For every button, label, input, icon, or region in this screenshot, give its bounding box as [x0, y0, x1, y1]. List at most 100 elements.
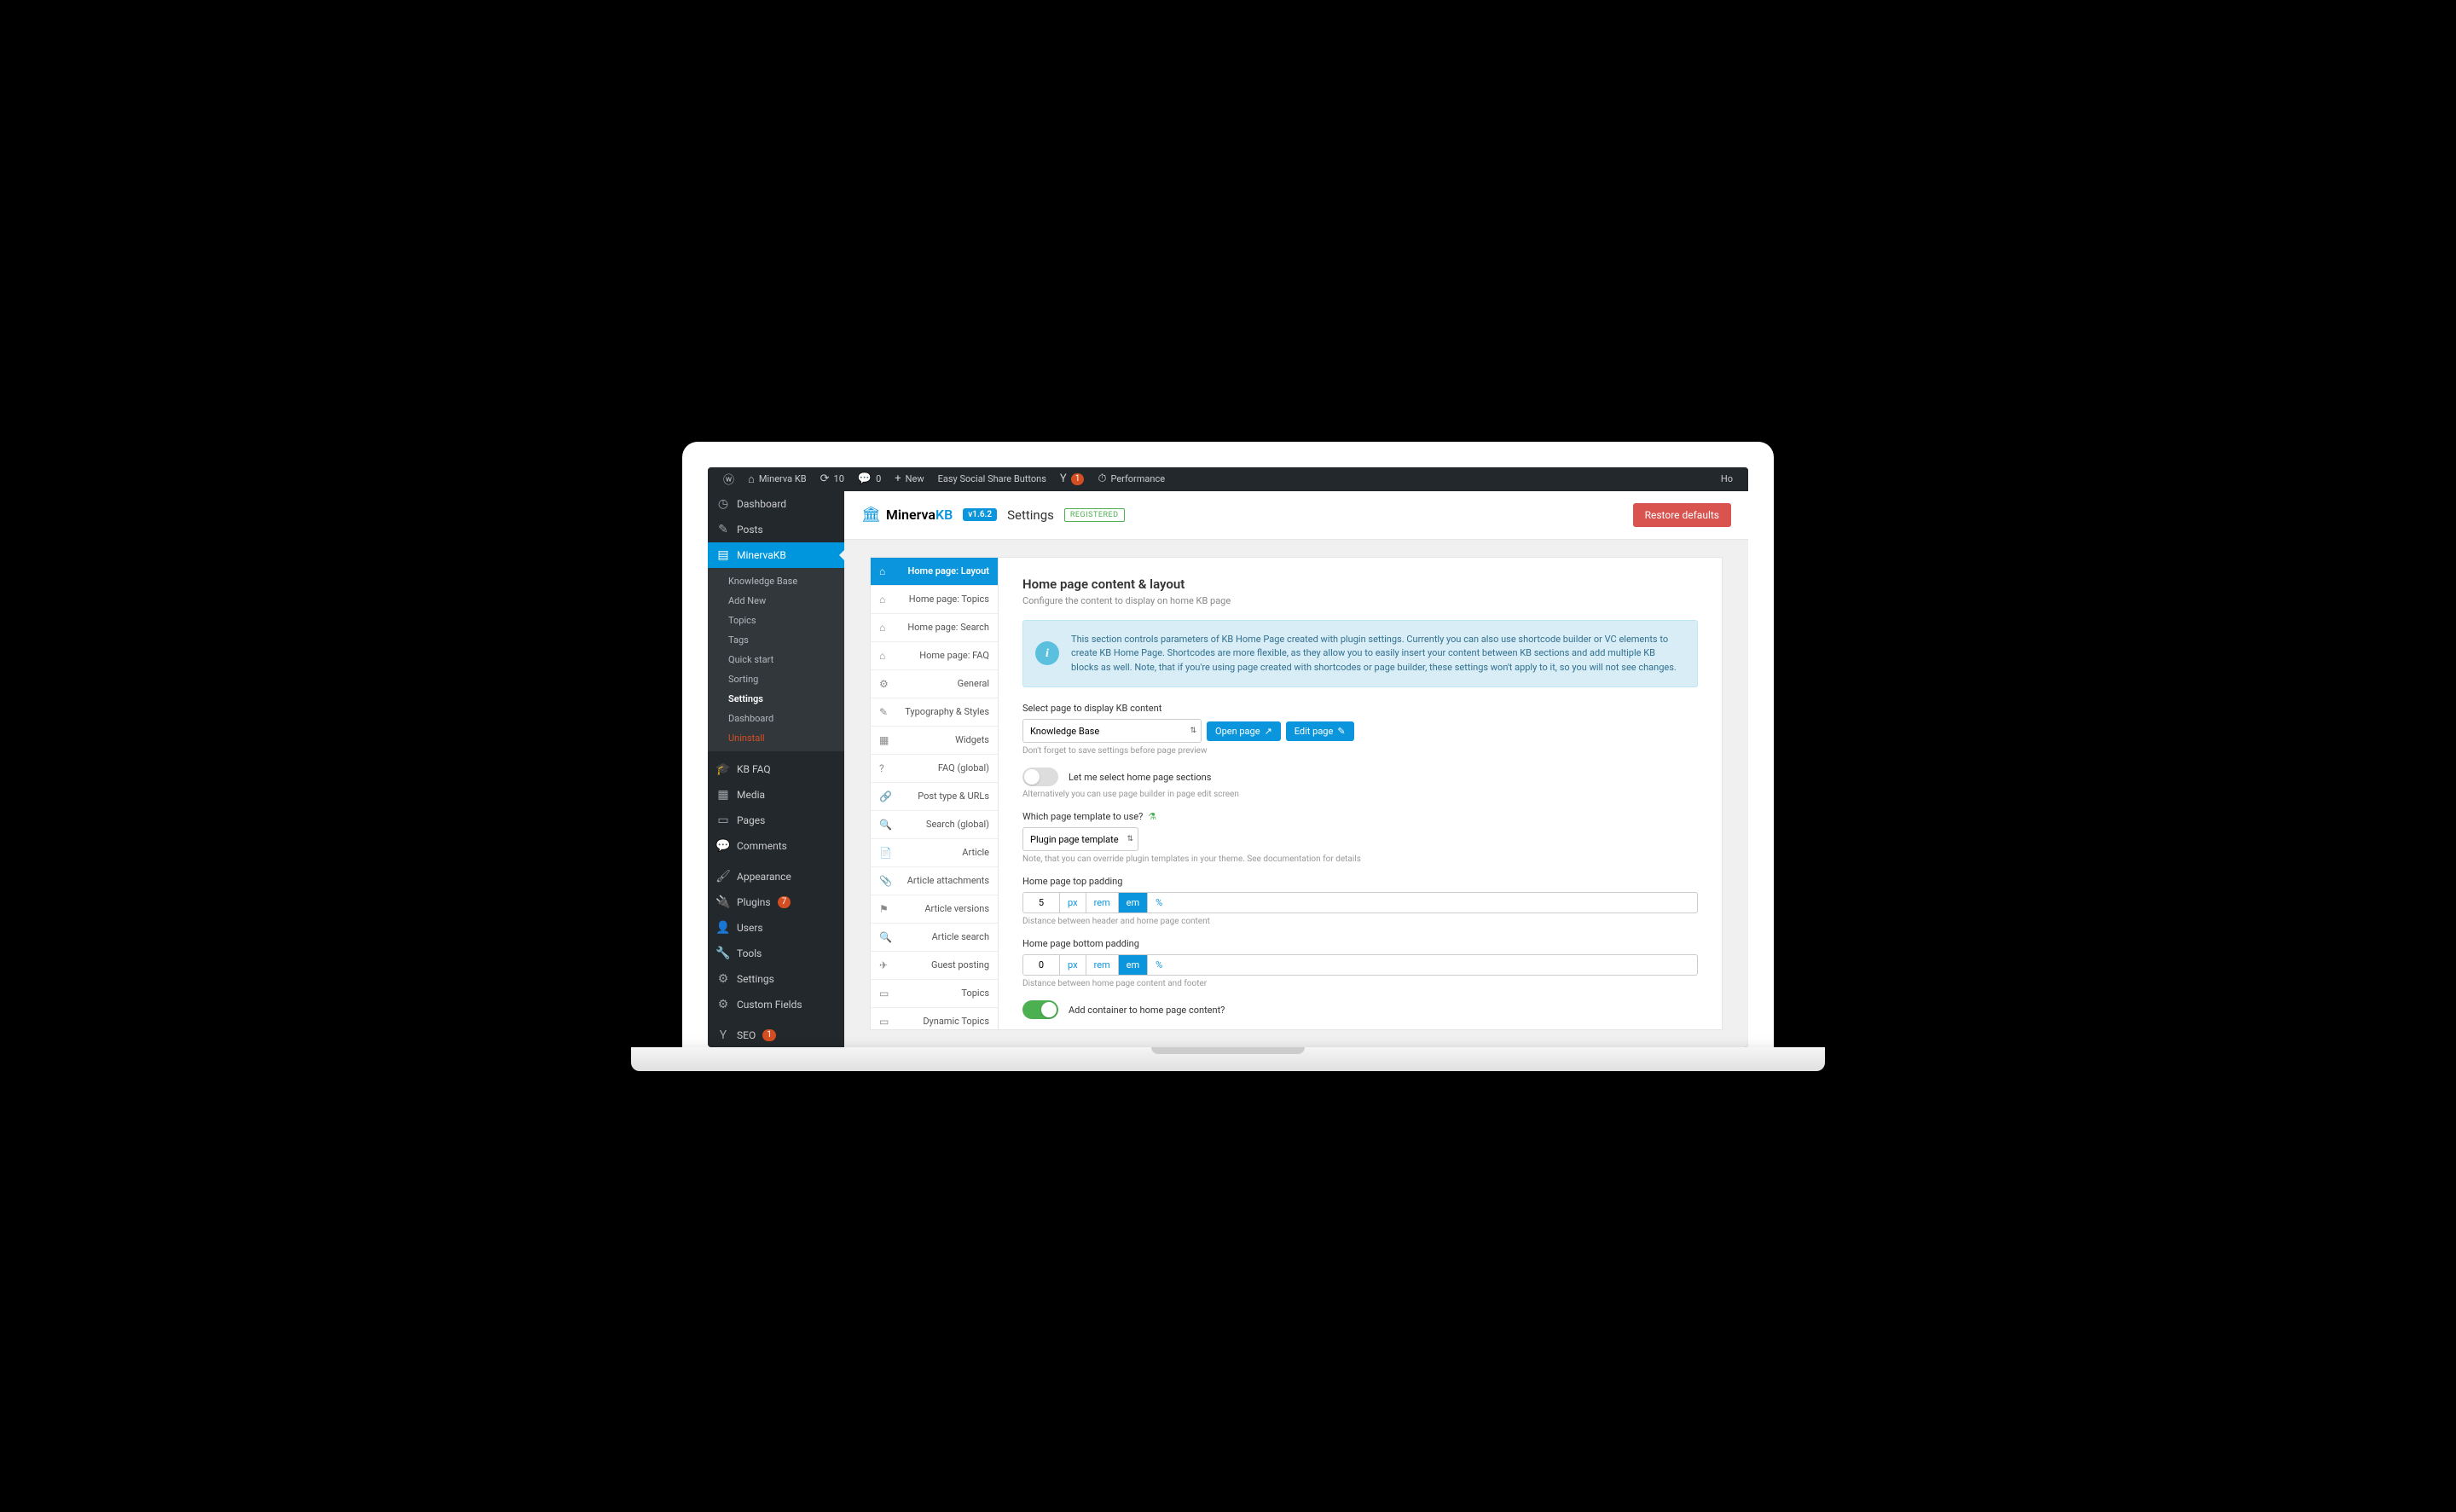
menu-item-settings[interactable]: ⚙ Settings: [708, 966, 844, 992]
submenu-uninstall[interactable]: Uninstall: [708, 728, 844, 748]
tab-post-type-urls[interactable]: 🔗Post type & URLs: [871, 783, 998, 811]
ab-new[interactable]: +New: [888, 472, 930, 485]
menu-item-appearance[interactable]: 🖌Appearance: [708, 864, 844, 889]
ab-howdy[interactable]: Ho: [1714, 473, 1740, 484]
menu-icon: ▤: [716, 548, 730, 562]
top-padding-input[interactable]: [1023, 893, 1059, 912]
menu-item-tools[interactable]: 🔧Tools: [708, 941, 844, 966]
menu-icon: 🔧: [716, 947, 730, 960]
menu-icon: ◷: [716, 497, 730, 511]
tab-article-search[interactable]: 🔍Article search: [871, 924, 998, 952]
ab-comments[interactable]: 💬0: [851, 472, 888, 485]
unit-%[interactable]: %: [1147, 955, 1170, 975]
menu-item-seo[interactable]: YSEO1: [708, 1022, 844, 1047]
tab-search-(global)[interactable]: 🔍 Search (global): [871, 811, 998, 839]
menu-label: Settings: [737, 973, 774, 985]
unit-em[interactable]: em: [1118, 955, 1147, 975]
tab-label: Home page: Layout: [908, 565, 989, 576]
unit-px[interactable]: px: [1059, 893, 1086, 912]
tab-topics[interactable]: ▭Topics: [871, 980, 998, 1008]
menu-label: Dashboard: [737, 498, 786, 510]
tab-home-page-layout[interactable]: ⌂Home page: Layout: [871, 558, 998, 586]
external-link-icon: ↗: [1265, 726, 1272, 737]
submenu-quick-start[interactable]: Quick start: [708, 650, 844, 669]
menu-item-comments[interactable]: 💬Comments: [708, 833, 844, 859]
tab-label: Search (global): [926, 819, 989, 830]
menu-item-users[interactable]: 👤Users: [708, 915, 844, 941]
tab-home-page-faq[interactable]: ⌂ Home page: FAQ: [871, 642, 998, 670]
section-desc: Configure the content to display on home…: [1022, 595, 1698, 606]
submenu-topics[interactable]: Topics: [708, 611, 844, 630]
menu-item-pages[interactable]: ▭Pages: [708, 808, 844, 833]
menu-icon: ⚙: [716, 972, 730, 986]
menu-label: Appearance: [737, 871, 791, 883]
menu-label: KB FAQ: [737, 763, 771, 775]
unit-rem[interactable]: rem: [1086, 893, 1118, 912]
tab-typography-styles[interactable]: ✎Typography & Styles: [871, 698, 998, 727]
tab-label: Home page: FAQ: [919, 650, 989, 661]
ab-updates[interactable]: ⟳10: [814, 472, 851, 485]
menu-item-posts[interactable]: ✎Posts: [708, 517, 844, 542]
restore-defaults-button[interactable]: Restore defaults: [1633, 503, 1731, 527]
page-header: 🏛 MinervaKB v1.6.2 Settings REGISTERED R…: [844, 491, 1748, 540]
submenu-sorting[interactable]: Sorting: [708, 669, 844, 689]
submenu-knowledge-base[interactable]: Knowledge Base: [708, 571, 844, 591]
tab-widgets[interactable]: ▦Widgets: [871, 727, 998, 755]
submenu-dashboard[interactable]: Dashboard: [708, 709, 844, 728]
tab-icon: ⌂: [879, 594, 885, 605]
tab-label: Article: [962, 847, 989, 858]
tab-article-versions[interactable]: ⚑Article versions: [871, 895, 998, 924]
tab-article-attachments[interactable]: 📎Article attachments: [871, 867, 998, 895]
tab-home-page-search[interactable]: ⌂Home page: Search: [871, 614, 998, 642]
tab-article[interactable]: 📄 Article: [871, 839, 998, 867]
ab-performance[interactable]: ⏱Performance: [1091, 472, 1172, 485]
settings-tabs: ⌂Home page: Layout⌂Home page: Topics⌂Hom…: [870, 557, 998, 1030]
select-page-help: Don't forget to save settings before pag…: [1022, 746, 1698, 756]
menu-label: MinervaKB: [737, 549, 786, 561]
submenu-tags[interactable]: Tags: [708, 630, 844, 650]
brand-kb: KB: [935, 507, 953, 523]
menu-item-minervakb[interactable]: ▤ MinervaKB: [708, 542, 844, 568]
menu-item-kb-faq[interactable]: 🎓KB FAQ: [708, 756, 844, 782]
tab-icon: 🔍: [879, 819, 892, 831]
ab-yoast[interactable]: Y1: [1053, 472, 1091, 485]
wp-adminbar: ⓦ ⌂Minerva KB ⟳10 💬0 +New Easy Social Sh…: [708, 467, 1748, 491]
wp-logo[interactable]: ⓦ: [716, 471, 741, 487]
menu-item-dashboard[interactable]: ◷ Dashboard: [708, 491, 844, 517]
tab-guest-posting[interactable]: ✈Guest posting: [871, 952, 998, 980]
menu-item-plugins[interactable]: 🔌Plugins7: [708, 889, 844, 915]
tab-general[interactable]: ⚙General: [871, 670, 998, 698]
unit-rem[interactable]: rem: [1086, 955, 1118, 975]
ab-site[interactable]: ⌂Minerva KB: [741, 472, 814, 486]
submenu-add-new[interactable]: Add New: [708, 591, 844, 611]
tab-icon: 📄: [879, 847, 892, 859]
bottom-padding-input[interactable]: [1023, 955, 1059, 975]
version-badge: v1.6.2: [963, 508, 997, 521]
unit-em[interactable]: em: [1118, 893, 1147, 912]
submenu-settings[interactable]: Settings: [708, 689, 844, 709]
brand-logo: 🏛 MinervaKB: [861, 506, 953, 524]
menu-label: Plugins: [737, 896, 771, 908]
sections-toggle[interactable]: [1022, 768, 1058, 786]
bottom-padding-label: Home page bottom padding: [1022, 938, 1698, 949]
open-page-button[interactable]: Open page ↗: [1207, 721, 1281, 741]
template-select[interactable]: Plugin page template: [1022, 827, 1138, 851]
menu-icon: 🔌: [716, 895, 730, 909]
tab-icon: ⌂: [879, 650, 885, 662]
menu-label: Comments: [737, 840, 787, 852]
unit-%[interactable]: %: [1147, 893, 1170, 912]
tab-dynamic-topics[interactable]: ▭Dynamic Topics: [871, 1008, 998, 1030]
container-toggle[interactable]: [1022, 1000, 1058, 1019]
tab-faq-(global)[interactable]: ?FAQ (global): [871, 755, 998, 783]
ab-essb[interactable]: Easy Social Share Buttons: [931, 473, 1053, 484]
menu-item-media[interactable]: ▦Media: [708, 782, 844, 808]
tab-label: Article versions: [924, 903, 989, 914]
tab-label: Article attachments: [907, 875, 989, 886]
unit-px[interactable]: px: [1059, 955, 1086, 975]
kb-page-select[interactable]: Knowledge Base: [1022, 719, 1202, 743]
tab-label: Guest posting: [931, 959, 989, 970]
edit-page-button[interactable]: Edit page ✎: [1286, 721, 1354, 741]
tab-home-page-topics[interactable]: ⌂Home page: Topics: [871, 586, 998, 614]
brand-name: Minerva: [886, 507, 935, 523]
menu-item-custom-fields[interactable]: ⚙Custom Fields: [708, 992, 844, 1017]
